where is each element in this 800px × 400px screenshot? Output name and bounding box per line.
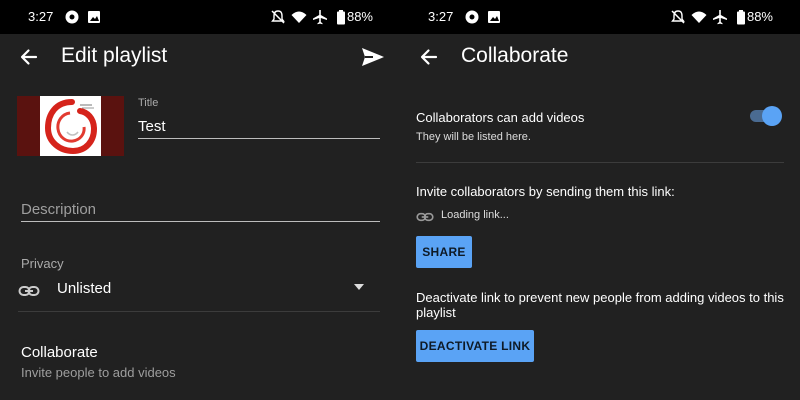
status-bar: 3:27 88% [0, 0, 400, 34]
collaborators-toggle-subtitle: They will be listed here. [416, 131, 531, 143]
wifi-icon [691, 11, 707, 23]
sync-icon [65, 10, 79, 24]
invite-instructions: Invite collaborators by sending them thi… [416, 184, 675, 199]
status-bar: 3:27 88% [400, 0, 800, 34]
page-title: Edit playlist [61, 44, 168, 67]
battery-percent: 88% [746, 9, 773, 24]
arrow-back-icon [420, 49, 438, 65]
title-field-label: Title [138, 97, 159, 109]
collaborators-toggle-label: Collaborators can add videos [416, 110, 585, 125]
title-input[interactable] [138, 115, 380, 139]
send-button[interactable] [358, 42, 388, 72]
status-time: 3:27 [428, 9, 454, 24]
wifi-icon [291, 11, 307, 23]
thumbnail-image [40, 96, 101, 156]
airplane-icon [713, 10, 727, 25]
mute-icon [671, 10, 685, 24]
deactivate-link-button[interactable]: DEACTIVATE LINK [416, 330, 534, 362]
privacy-select[interactable]: Unlisted [18, 276, 380, 302]
collaborate-title: Collaborate [21, 344, 98, 361]
page-title: Collaborate [461, 44, 569, 67]
image-icon [88, 11, 100, 23]
deactivate-instructions: Deactivate link to prevent new people fr… [416, 290, 784, 320]
collaborate-subtitle: Invite people to add videos [21, 365, 176, 380]
description-input[interactable] [21, 198, 380, 222]
arrow-back-icon [20, 49, 38, 65]
edit-playlist-screen: 3:27 88% Edit playlist Title Test Descri… [0, 0, 400, 400]
back-button[interactable] [414, 42, 444, 72]
collaborate-item[interactable]: Collaborate Invite people to add videos [21, 344, 381, 384]
link-icon [18, 286, 40, 296]
mute-icon [271, 10, 285, 24]
share-button[interactable]: SHARE [416, 236, 472, 268]
privacy-label: Privacy [21, 256, 64, 271]
battery-percent: 88% [346, 9, 373, 24]
sync-icon [465, 10, 479, 24]
app-bar: Collaborate [400, 34, 800, 80]
divider [416, 162, 784, 163]
link-icon [416, 212, 434, 222]
loading-link-text: Loading link... [441, 209, 509, 221]
toggle-knob [762, 106, 782, 126]
dropdown-arrow-icon [354, 284, 364, 290]
divider [18, 311, 380, 312]
airplane-icon [313, 10, 327, 25]
privacy-value: Unlisted [57, 280, 112, 297]
image-icon [488, 11, 500, 23]
status-time: 3:27 [28, 9, 54, 24]
thumbnail-art [44, 99, 98, 155]
send-icon [362, 48, 384, 66]
back-button[interactable] [14, 42, 44, 72]
playlist-thumbnail[interactable] [17, 96, 124, 156]
collaborate-screen: 3:27 88% Collaborate Collaborators can a… [400, 0, 800, 400]
collaborators-toggle[interactable] [750, 106, 782, 126]
app-bar: Edit playlist [0, 34, 400, 80]
